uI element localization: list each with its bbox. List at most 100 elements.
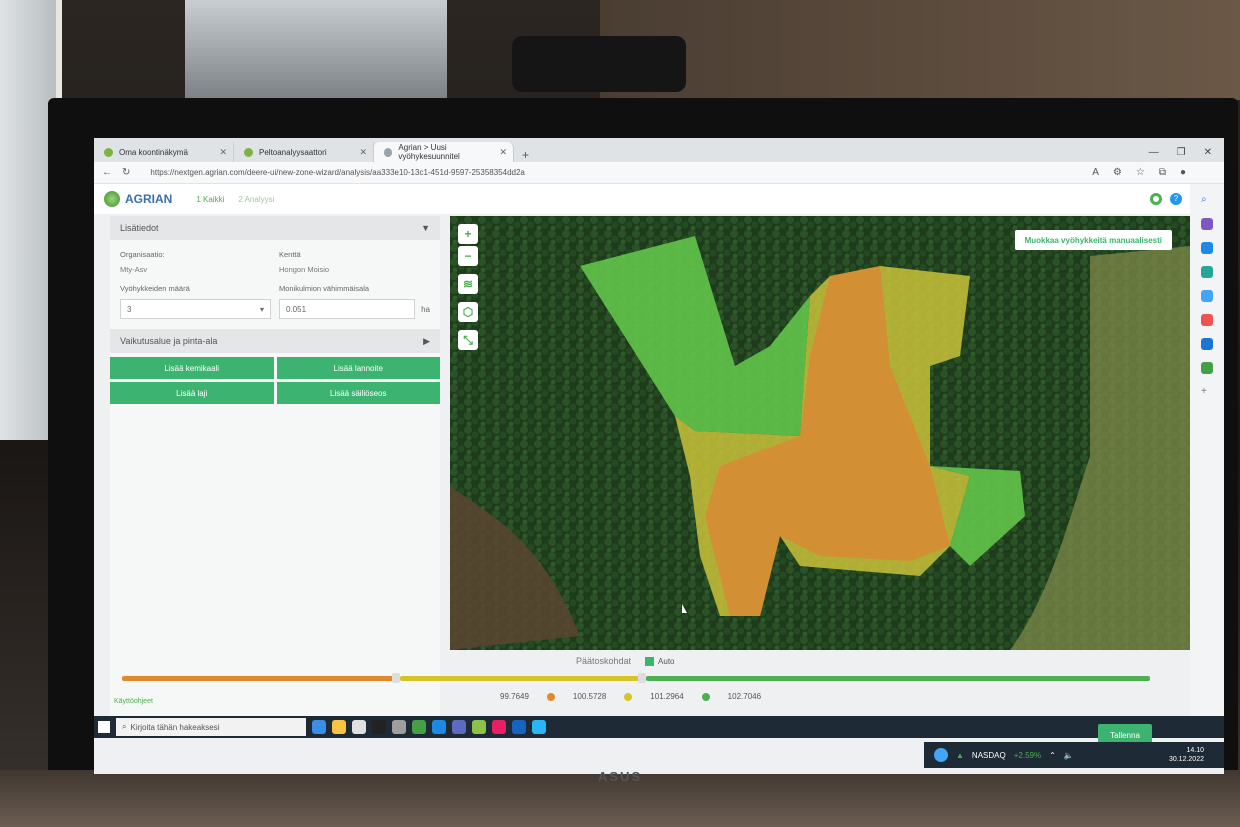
weather-icon[interactable] — [934, 748, 948, 762]
games-icon[interactable] — [1201, 290, 1213, 302]
search-icon[interactable]: ⌕ — [1201, 194, 1213, 206]
min-polygon-row: 0.051 ha — [279, 299, 430, 319]
org-label: Organisaatio: — [120, 250, 165, 259]
auto-checkbox[interactable]: Auto — [645, 656, 675, 666]
browser-tab-3[interactable]: Agrian > Uusi vyöhykesuunnitel ✕ — [374, 142, 514, 162]
store-app-icon[interactable] — [352, 720, 366, 734]
volume-icon[interactable]: 🔈 — [1064, 751, 1074, 760]
maximize-icon[interactable]: ❐ — [1177, 147, 1186, 158]
favicon-icon — [104, 147, 113, 157]
add-tank-mix-button[interactable]: Lisää säiliöseos — [276, 382, 440, 404]
checkbox-icon — [645, 656, 655, 666]
edge-app-icon[interactable] — [312, 720, 326, 734]
favicon-icon — [244, 147, 253, 157]
minimize-icon[interactable]: — — [1149, 147, 1159, 158]
ticker-name[interactable]: NASDAQ — [972, 751, 1006, 760]
zoom-in-button[interactable]: + — [458, 224, 478, 244]
new-tab-button[interactable]: + — [514, 148, 537, 162]
photos-app-icon[interactable] — [492, 720, 506, 734]
tab-label: Oma koontinäkymä — [119, 147, 188, 157]
profile-icon[interactable]: ● — [1180, 167, 1186, 178]
back-icon[interactable]: ← — [102, 167, 112, 178]
skype-app-icon[interactable] — [532, 720, 546, 734]
browser-tab-1[interactable]: Oma koontinäkymä ✕ — [94, 142, 234, 162]
fullscreen-icon[interactable]: ⤡ — [458, 330, 478, 350]
app-icon[interactable] — [392, 720, 406, 734]
logo-text: AGRIAN — [125, 192, 173, 206]
coverage-header-label: Vaikutusalue ja pinta-ala — [120, 336, 218, 346]
details-section-header[interactable]: Lisätiedot ▼ — [110, 216, 440, 240]
extensions-icon[interactable]: ⚙ — [1113, 167, 1122, 178]
step-1[interactable]: 1 Kaikki — [196, 195, 224, 204]
threshold-values: 99.7649 100.5728 101.2964 102.7046 — [500, 692, 761, 701]
outlook-icon[interactable] — [1201, 338, 1213, 350]
windows-start-icon[interactable] — [98, 721, 110, 733]
threshold-handle-1[interactable] — [392, 673, 400, 683]
taskbar-clock[interactable]: 14.10 30.12.2022 — [1169, 746, 1204, 764]
min-polygon-input[interactable]: 0.051 — [279, 299, 416, 319]
zone-count-field: Vyöhykkeiden määrä 3 ▾ — [120, 284, 271, 319]
favicon-icon — [384, 147, 393, 157]
refresh-icon[interactable]: ↻ — [122, 167, 130, 178]
app-header: AGRIAN 1 Kaikki 2 Analyysi ? — [94, 184, 1190, 214]
room-window-top — [185, 0, 447, 100]
chevron-up-icon[interactable]: ⌃ — [1049, 751, 1056, 760]
layers-icon[interactable]: ≋ — [458, 274, 478, 294]
add-variety-button[interactable]: Lisää laji — [110, 382, 274, 404]
room-wall — [600, 0, 1240, 100]
url-input[interactable]: https://nextgen.agrian.com/deere-ui/new-… — [150, 168, 1082, 177]
zoom-out-button[interactable]: − — [458, 246, 478, 266]
read-aloud-icon[interactable]: A — [1092, 167, 1099, 178]
taskbar-search-placeholder: Kirjoita tähän hakeaksesi — [130, 722, 220, 732]
coverage-section-header[interactable]: Vaikutusalue ja pinta-ala ▶ — [110, 329, 440, 353]
threshold-handle-2[interactable] — [638, 673, 646, 683]
shopping-icon[interactable] — [1201, 242, 1213, 254]
close-icon[interactable]: ✕ — [219, 147, 227, 158]
office-icon[interactable] — [1201, 314, 1213, 326]
favorites-icon[interactable]: ☆ — [1136, 167, 1145, 178]
manual-edit-button[interactable]: Muokkaa vyöhykkeitä manuaalisesti — [1014, 230, 1172, 250]
zone-count-select[interactable]: 3 ▾ — [120, 299, 271, 319]
gear-icon[interactable] — [1150, 193, 1162, 205]
help-link[interactable]: Käyttöohjeet — [114, 698, 153, 705]
windows-taskbar: ⌕ Kirjoita tähän hakeaksesi — [94, 716, 1224, 738]
browser-tab-2[interactable]: Peltoanalyysaattori ✕ — [234, 142, 374, 162]
tools-icon[interactable] — [1201, 266, 1213, 278]
threshold-value-4: 102.7046 — [727, 692, 762, 701]
taskbar-search-input[interactable]: ⌕ Kirjoita tähän hakeaksesi — [116, 718, 306, 736]
green-dot-icon — [701, 692, 710, 701]
step-2[interactable]: 2 Analyysi — [238, 195, 274, 204]
close-window-icon[interactable]: ✕ — [1204, 147, 1212, 158]
close-icon[interactable]: ✕ — [499, 147, 507, 158]
left-panel: Lisätiedot ▼ Organisaatio: Mty-Asv Kentt… — [110, 216, 440, 716]
amazon-app-icon[interactable] — [372, 720, 386, 734]
logo-icon — [104, 191, 120, 207]
auto-label: Auto — [658, 656, 675, 666]
threshold-section: Päätoskohdat Auto 99.7649 100.5728 101.2… — [110, 656, 1150, 716]
threshold-title-row: Päätoskohdat Auto — [576, 656, 675, 666]
outlook-app-icon[interactable] — [512, 720, 526, 734]
agrian-logo[interactable]: AGRIAN — [104, 191, 172, 207]
threshold-value-1: 99.7649 — [500, 692, 529, 701]
chevron-down-icon: ▾ — [259, 304, 264, 314]
min-polygon-unit: ha — [421, 304, 430, 314]
system-tray: ▲ NASDAQ +2.59% ⌃ 🔈 14.10 30.12.2022 — [924, 742, 1224, 768]
calculator-app-icon[interactable] — [452, 720, 466, 734]
explorer-app-icon[interactable] — [332, 720, 346, 734]
polygon-icon[interactable]: ⬡ — [458, 302, 478, 322]
tree-icon[interactable] — [1201, 362, 1213, 374]
help-icon[interactable]: ? — [1170, 193, 1182, 205]
add-chemical-button[interactable]: Lisää kemikaali — [110, 357, 274, 379]
copilot-icon[interactable] — [1201, 218, 1213, 230]
add-icon[interactable]: + — [1201, 386, 1213, 398]
maps-app-icon[interactable] — [472, 720, 486, 734]
add-fertilizer-button[interactable]: Lisää lannoite — [276, 357, 440, 379]
collections-icon[interactable]: ⧉ — [1159, 167, 1166, 178]
close-icon[interactable]: ✕ — [359, 147, 367, 158]
details-fields: Organisaatio: Mty-Asv Kenttä Hongon Mois… — [110, 240, 440, 329]
monitor-brand-logo: ASUS — [598, 769, 643, 784]
mail-app-icon[interactable] — [432, 720, 446, 734]
agrian-app-icon[interactable] — [412, 720, 426, 734]
action-buttons: Lisää kemikaali Lisää lannoite Lisää laj… — [110, 353, 440, 408]
satellite-map[interactable]: + − ≋ ⬡ ⤡ Muokkaa vyöhykkeitä manuaalise… — [450, 216, 1190, 650]
